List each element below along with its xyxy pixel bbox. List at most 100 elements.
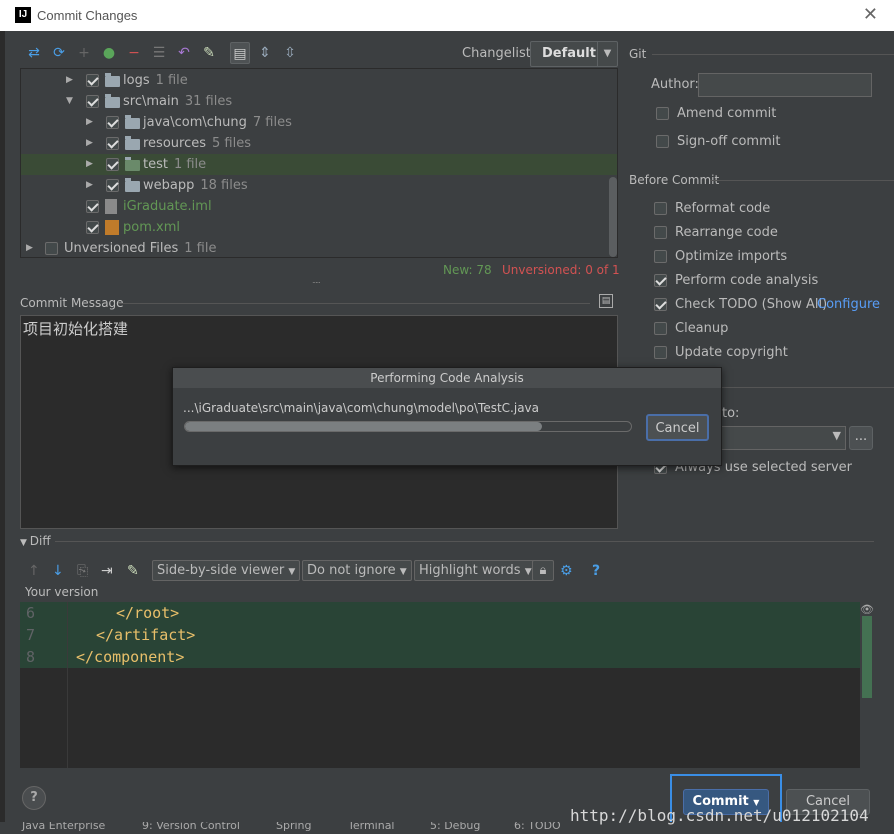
checkbox[interactable] bbox=[106, 158, 119, 171]
checkbox[interactable] bbox=[656, 107, 669, 120]
help-icon[interactable]: ? bbox=[592, 561, 600, 581]
statusbar-item[interactable]: 9: Version Control bbox=[142, 822, 240, 832]
checkbox[interactable] bbox=[86, 74, 99, 87]
server-label: to: bbox=[722, 406, 740, 421]
option-label: Perform code analysis bbox=[675, 273, 819, 288]
tree-row[interactable]: pom.xml bbox=[21, 217, 617, 238]
tree-label: logs bbox=[123, 73, 150, 88]
refresh-icon[interactable]: ⟳ bbox=[50, 42, 68, 64]
title-bar: IJ Commit Changes ✕ bbox=[0, 0, 894, 31]
tree-row[interactable]: ▶ test 1 file bbox=[21, 154, 617, 175]
jump-to-source-icon[interactable]: ⎘ bbox=[77, 561, 88, 581]
divider bbox=[118, 303, 590, 304]
collapse-arrow-icon[interactable]: ▼ bbox=[66, 91, 76, 112]
changes-tree: ▶ logs 1 file ▼ src\main 31 files ▶ java\c… bbox=[20, 68, 618, 258]
statusbar-item[interactable]: 5: Debug bbox=[430, 822, 480, 832]
divider bbox=[55, 541, 874, 542]
chevron-down-icon: ▼ bbox=[524, 567, 532, 577]
diff-section[interactable]: ▼ Diff bbox=[20, 534, 51, 548]
checkbox[interactable] bbox=[86, 200, 99, 213]
checkbox[interactable] bbox=[106, 137, 119, 150]
checkbox[interactable] bbox=[654, 322, 667, 335]
folder-icon bbox=[125, 157, 140, 171]
checkbox[interactable] bbox=[654, 274, 667, 287]
statusbar-item[interactable]: Terminal bbox=[348, 822, 395, 832]
tree-count: 18 files bbox=[200, 178, 248, 193]
dialog-title: Performing Code Analysis bbox=[173, 368, 721, 388]
tree-scrollbar[interactable] bbox=[609, 177, 617, 257]
compare-icon[interactable]: ⇥ bbox=[101, 561, 113, 581]
tree-count: 5 files bbox=[212, 136, 251, 151]
remove-icon[interactable]: − bbox=[125, 42, 143, 64]
group-icon[interactable]: ● bbox=[100, 42, 118, 64]
tree-label: src\main bbox=[123, 94, 179, 109]
viewer-select[interactable]: Side-by-side viewer ▼ bbox=[152, 560, 301, 581]
expand-arrow-icon[interactable]: ▶ bbox=[86, 175, 96, 196]
expand-arrow-icon[interactable]: ▶ bbox=[86, 154, 96, 175]
next-change-icon[interactable]: ↓ bbox=[52, 561, 64, 581]
code-line: </component> bbox=[76, 648, 185, 666]
cancel-analysis-button[interactable]: Cancel bbox=[646, 414, 709, 441]
divider bbox=[710, 180, 894, 181]
browse-server-button[interactable]: ... bbox=[849, 426, 873, 450]
checkbox[interactable] bbox=[654, 202, 667, 215]
expand-arrow-icon[interactable]: ▶ bbox=[86, 133, 96, 154]
diff-scrollbar[interactable] bbox=[860, 602, 874, 768]
checkbox[interactable] bbox=[656, 135, 669, 148]
configure-link[interactable]: Configure bbox=[817, 297, 880, 312]
tree-row[interactable]: ▶ java\com\chung 7 files bbox=[21, 112, 617, 133]
checkbox[interactable] bbox=[654, 250, 667, 263]
option-label: Amend commit bbox=[677, 106, 777, 121]
splitter-grip[interactable]: ..... bbox=[436, 535, 445, 544]
checkbox[interactable] bbox=[654, 226, 667, 239]
commit-message-label: Commit Message bbox=[20, 296, 124, 310]
changelist-select[interactable]: Default ▼ bbox=[530, 41, 618, 67]
tree-row[interactable]: ▼ src\main 31 files bbox=[21, 91, 617, 112]
show-diff-icon[interactable]: ⇄ bbox=[25, 42, 43, 64]
group-by-directory-icon[interactable]: ▤ bbox=[230, 42, 250, 64]
statusbar-item[interactable]: 6: TODO bbox=[514, 822, 561, 832]
expand-arrow-icon[interactable]: ▶ bbox=[26, 238, 36, 257]
diff-editor[interactable]: 6 7 8 </root> </artifact> </component> bbox=[20, 602, 874, 768]
scroll-thumb[interactable] bbox=[862, 616, 872, 698]
rollback-icon[interactable]: ↶ bbox=[175, 42, 193, 64]
checkbox[interactable] bbox=[654, 298, 667, 311]
collapse-all-icon[interactable]: ⇳ bbox=[281, 42, 299, 64]
module-file-icon bbox=[105, 199, 117, 214]
tree-row[interactable]: ▶ webapp 18 files bbox=[21, 175, 617, 196]
tree-count: 1 file bbox=[184, 241, 217, 256]
author-input[interactable] bbox=[698, 73, 872, 97]
checkbox[interactable] bbox=[45, 242, 58, 255]
tree-row[interactable]: ▶ resources 5 files bbox=[21, 133, 617, 154]
commit-message-text: 项目初始化搭建 bbox=[23, 320, 129, 338]
expand-arrow-icon[interactable]: ▶ bbox=[66, 70, 76, 91]
statusbar-item[interactable]: Java Enterprise bbox=[22, 822, 105, 832]
highlight-select[interactable]: Highlight words ▼ bbox=[414, 560, 537, 581]
previous-change-icon[interactable]: ↑ bbox=[28, 561, 40, 581]
help-button[interactable]: ? bbox=[22, 786, 46, 810]
tree-row[interactable]: iGraduate.iml bbox=[21, 196, 617, 217]
eye-icon[interactable]: 👁︎ bbox=[860, 603, 874, 616]
checkbox[interactable] bbox=[654, 346, 667, 359]
server-select[interactable]: ▼ bbox=[714, 426, 846, 450]
checkbox[interactable] bbox=[86, 221, 99, 234]
tree-row[interactable]: ▶ Unversioned Files 1 file bbox=[21, 238, 617, 257]
expand-all-icon[interactable]: ⇕ bbox=[256, 42, 274, 64]
checkbox[interactable] bbox=[106, 179, 119, 192]
edit-icon[interactable]: ✎ bbox=[200, 42, 218, 64]
gear-icon[interactable]: ⚙ bbox=[560, 561, 573, 581]
ignore-select[interactable]: Do not ignore ▼ bbox=[302, 560, 412, 581]
checkbox[interactable] bbox=[86, 95, 99, 108]
checkbox[interactable] bbox=[106, 116, 119, 129]
close-icon[interactable]: ✕ bbox=[863, 4, 878, 25]
move-icon[interactable]: ☰ bbox=[150, 42, 168, 64]
splitter-grip[interactable]: ..... bbox=[312, 276, 321, 285]
edit-icon[interactable]: ✎ bbox=[127, 561, 139, 581]
statusbar-item[interactable]: Spring bbox=[276, 822, 312, 832]
lock-icon[interactable]: 🔒︎ bbox=[532, 560, 554, 581]
recent-messages-icon[interactable]: ▤ bbox=[599, 294, 613, 308]
add-icon[interactable]: + bbox=[75, 42, 93, 64]
tree-row[interactable]: ▶ logs 1 file bbox=[21, 70, 617, 91]
option-label: Cleanup bbox=[675, 321, 729, 336]
expand-arrow-icon[interactable]: ▶ bbox=[86, 112, 96, 133]
